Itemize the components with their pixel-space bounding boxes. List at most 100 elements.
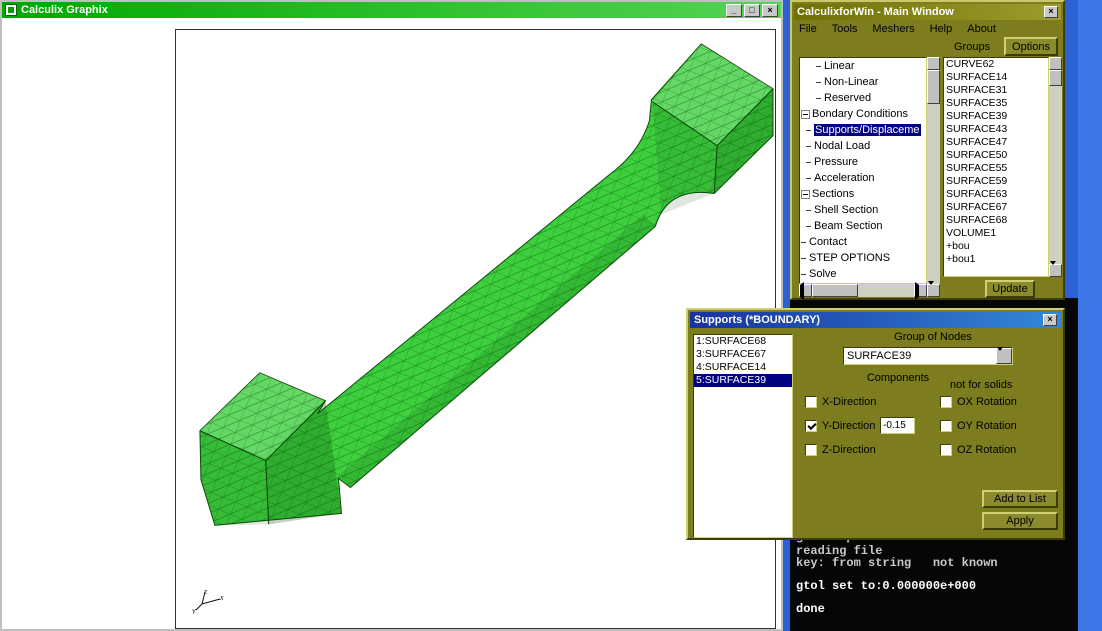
groups-list-item[interactable]: SURFACE59 (944, 175, 1048, 188)
tree-item[interactable]: Sections (800, 186, 926, 202)
apply-button[interactable]: Apply (982, 512, 1058, 530)
scrollbar-thumb[interactable] (812, 284, 858, 297)
console-line: done (796, 602, 825, 616)
menu-item-file[interactable]: File (799, 23, 817, 36)
feature-tree: Linear Non-LinearReserved Bondary Conditio… (799, 57, 927, 284)
scroll-up-icon[interactable] (1049, 57, 1062, 70)
console-line: gtol set to:0.000000e+000 (796, 579, 976, 593)
groups-list: CURVE62SURFACE14SURFACE31SURFACE35SURFAC… (943, 57, 1049, 277)
groups-list-item[interactable]: SURFACE55 (944, 162, 1048, 175)
calculixforwin-titlebar[interactable]: CalculixforWin - Main Window × (794, 4, 1061, 20)
tree-connector-icon (806, 210, 811, 211)
scroll-down-icon[interactable] (1049, 264, 1062, 277)
tree-item-label: Linear (824, 60, 855, 72)
checkbox-x-direction[interactable] (805, 396, 817, 408)
calculix-app-icon (5, 4, 17, 16)
menu-item-meshers[interactable]: Meshers (872, 23, 914, 36)
groups-list-item[interactable]: SURFACE43 (944, 123, 1048, 136)
tree-item[interactable]: Linear (800, 58, 926, 74)
tree-item[interactable]: Supports/Displaceme (800, 122, 926, 138)
groups-list-item[interactable]: +bou1 (944, 253, 1048, 266)
scrollbar-thumb[interactable] (927, 70, 940, 104)
groups-list-item[interactable]: SURFACE31 (944, 84, 1048, 97)
tree-item[interactable]: Solve (800, 266, 926, 282)
minimize-button[interactable]: _ (726, 4, 742, 17)
checkbox-row: OY Rotation (940, 414, 1017, 438)
groups-list-item[interactable]: SURFACE68 (944, 214, 1048, 227)
menu-item-tools[interactable]: Tools (832, 23, 858, 36)
groups-list-item[interactable]: SURFACE67 (944, 201, 1048, 214)
tree-connector-icon (801, 242, 806, 243)
scroll-up-icon[interactable] (927, 57, 940, 70)
groups-list-item[interactable]: CURVE62 (944, 58, 1048, 71)
tree-item[interactable]: Nodal Load (800, 138, 926, 154)
tree-item[interactable]: Shell Section (800, 202, 926, 218)
tree-item[interactable]: Contact (800, 234, 926, 250)
checkbox-oy-rotation[interactable] (940, 420, 952, 432)
tree-item[interactable]: Pressure (800, 154, 926, 170)
add-to-list-button[interactable]: Add to List (982, 490, 1058, 508)
tree-item-label: Beam Section (814, 220, 882, 232)
tree-item-label: Nodal Load (814, 140, 870, 152)
groups-list-item[interactable]: SURFACE47 (944, 136, 1048, 149)
checkbox-label: Y-Direction (822, 420, 875, 432)
group-of-nodes-combobox[interactable]: SURFACE39 (843, 347, 1013, 365)
combobox-value: SURFACE39 (847, 350, 911, 362)
supports-list-item[interactable]: 5:SURFACE39 (694, 374, 792, 387)
maximize-button[interactable]: □ (744, 4, 760, 17)
graphics-window-titlebar[interactable]: Calculix Graphix _ □ × (2, 2, 781, 18)
tree-item-label: Bondary Conditions (812, 108, 908, 120)
checkbox-row: Y-Direction (805, 414, 876, 438)
tree-item[interactable]: Acceleration (800, 170, 926, 186)
tree-expand-icon[interactable] (801, 110, 810, 119)
tree-connector-icon (806, 146, 811, 147)
groups-list-item[interactable]: +bou (944, 240, 1048, 253)
groups-list-item[interactable]: SURFACE35 (944, 97, 1048, 110)
tree-vertical-scrollbar[interactable] (927, 57, 940, 297)
tree-item[interactable]: Reserved (800, 90, 926, 106)
displacement-value-input[interactable] (880, 417, 915, 434)
direction-checkbox-column: X-DirectionY-DirectionZ-Direction (805, 390, 876, 462)
scroll-left-icon[interactable] (799, 284, 812, 297)
rotation-checkbox-column: OX RotationOY RotationOZ Rotation (940, 390, 1017, 462)
tree-connector-icon (816, 66, 821, 67)
groups-list-scrollbar[interactable] (1049, 57, 1062, 277)
options-button[interactable]: Options (1004, 37, 1058, 56)
close-button[interactable]: × (1043, 314, 1057, 326)
groups-list-item[interactable]: SURFACE63 (944, 188, 1048, 201)
checkbox-z-direction[interactable] (805, 444, 817, 456)
checkbox-oz-rotation[interactable] (940, 444, 952, 456)
supports-list-item[interactable]: 4:SURFACE14 (694, 361, 792, 374)
scrollbar-thumb[interactable] (1049, 70, 1062, 86)
supports-dialog-titlebar[interactable]: Supports (*BOUNDARY) × (690, 312, 1061, 328)
checkbox-y-direction[interactable] (805, 420, 817, 432)
groups-list-item[interactable]: SURFACE50 (944, 149, 1048, 162)
axis-triad: x z y (192, 588, 228, 614)
scroll-down-icon[interactable] (927, 284, 940, 297)
checkbox-label: Z-Direction (822, 444, 876, 456)
groups-list-item[interactable]: SURFACE14 (944, 71, 1048, 84)
tree-horizontal-scrollbar[interactable] (799, 284, 927, 297)
checkbox-ox-rotation[interactable] (940, 396, 952, 408)
tree-item[interactable]: Bondary Conditions (800, 106, 926, 122)
groups-list-item[interactable]: SURFACE39 (944, 110, 1048, 123)
supports-list-item[interactable]: 1:SURFACE68 (694, 335, 792, 348)
chevron-down-icon[interactable] (996, 348, 1012, 364)
tree-item-label: Supports/Displaceme (814, 124, 921, 136)
tree-item[interactable]: STEP OPTIONS (800, 250, 926, 266)
tree-item[interactable]: Non-Linear (800, 74, 926, 90)
menu-item-help[interactable]: Help (930, 23, 953, 36)
close-button[interactable]: × (762, 4, 778, 17)
update-button[interactable]: Update (985, 280, 1035, 298)
tree-item[interactable]: Beam Section (800, 218, 926, 234)
supports-list-item[interactable]: 3:SURFACE67 (694, 348, 792, 361)
tree-expand-icon[interactable] (801, 190, 810, 199)
groups-list-item[interactable]: VOLUME1 (944, 227, 1048, 240)
tree-item-label: Solve (809, 268, 837, 280)
tree-connector-icon (816, 82, 821, 83)
menu-item-about[interactable]: About (967, 23, 996, 36)
scroll-right-icon[interactable] (914, 284, 927, 297)
menu-bar: File Tools Meshers Help About (799, 23, 996, 36)
axis-x-label: x (219, 593, 224, 602)
close-button[interactable]: × (1044, 6, 1058, 18)
